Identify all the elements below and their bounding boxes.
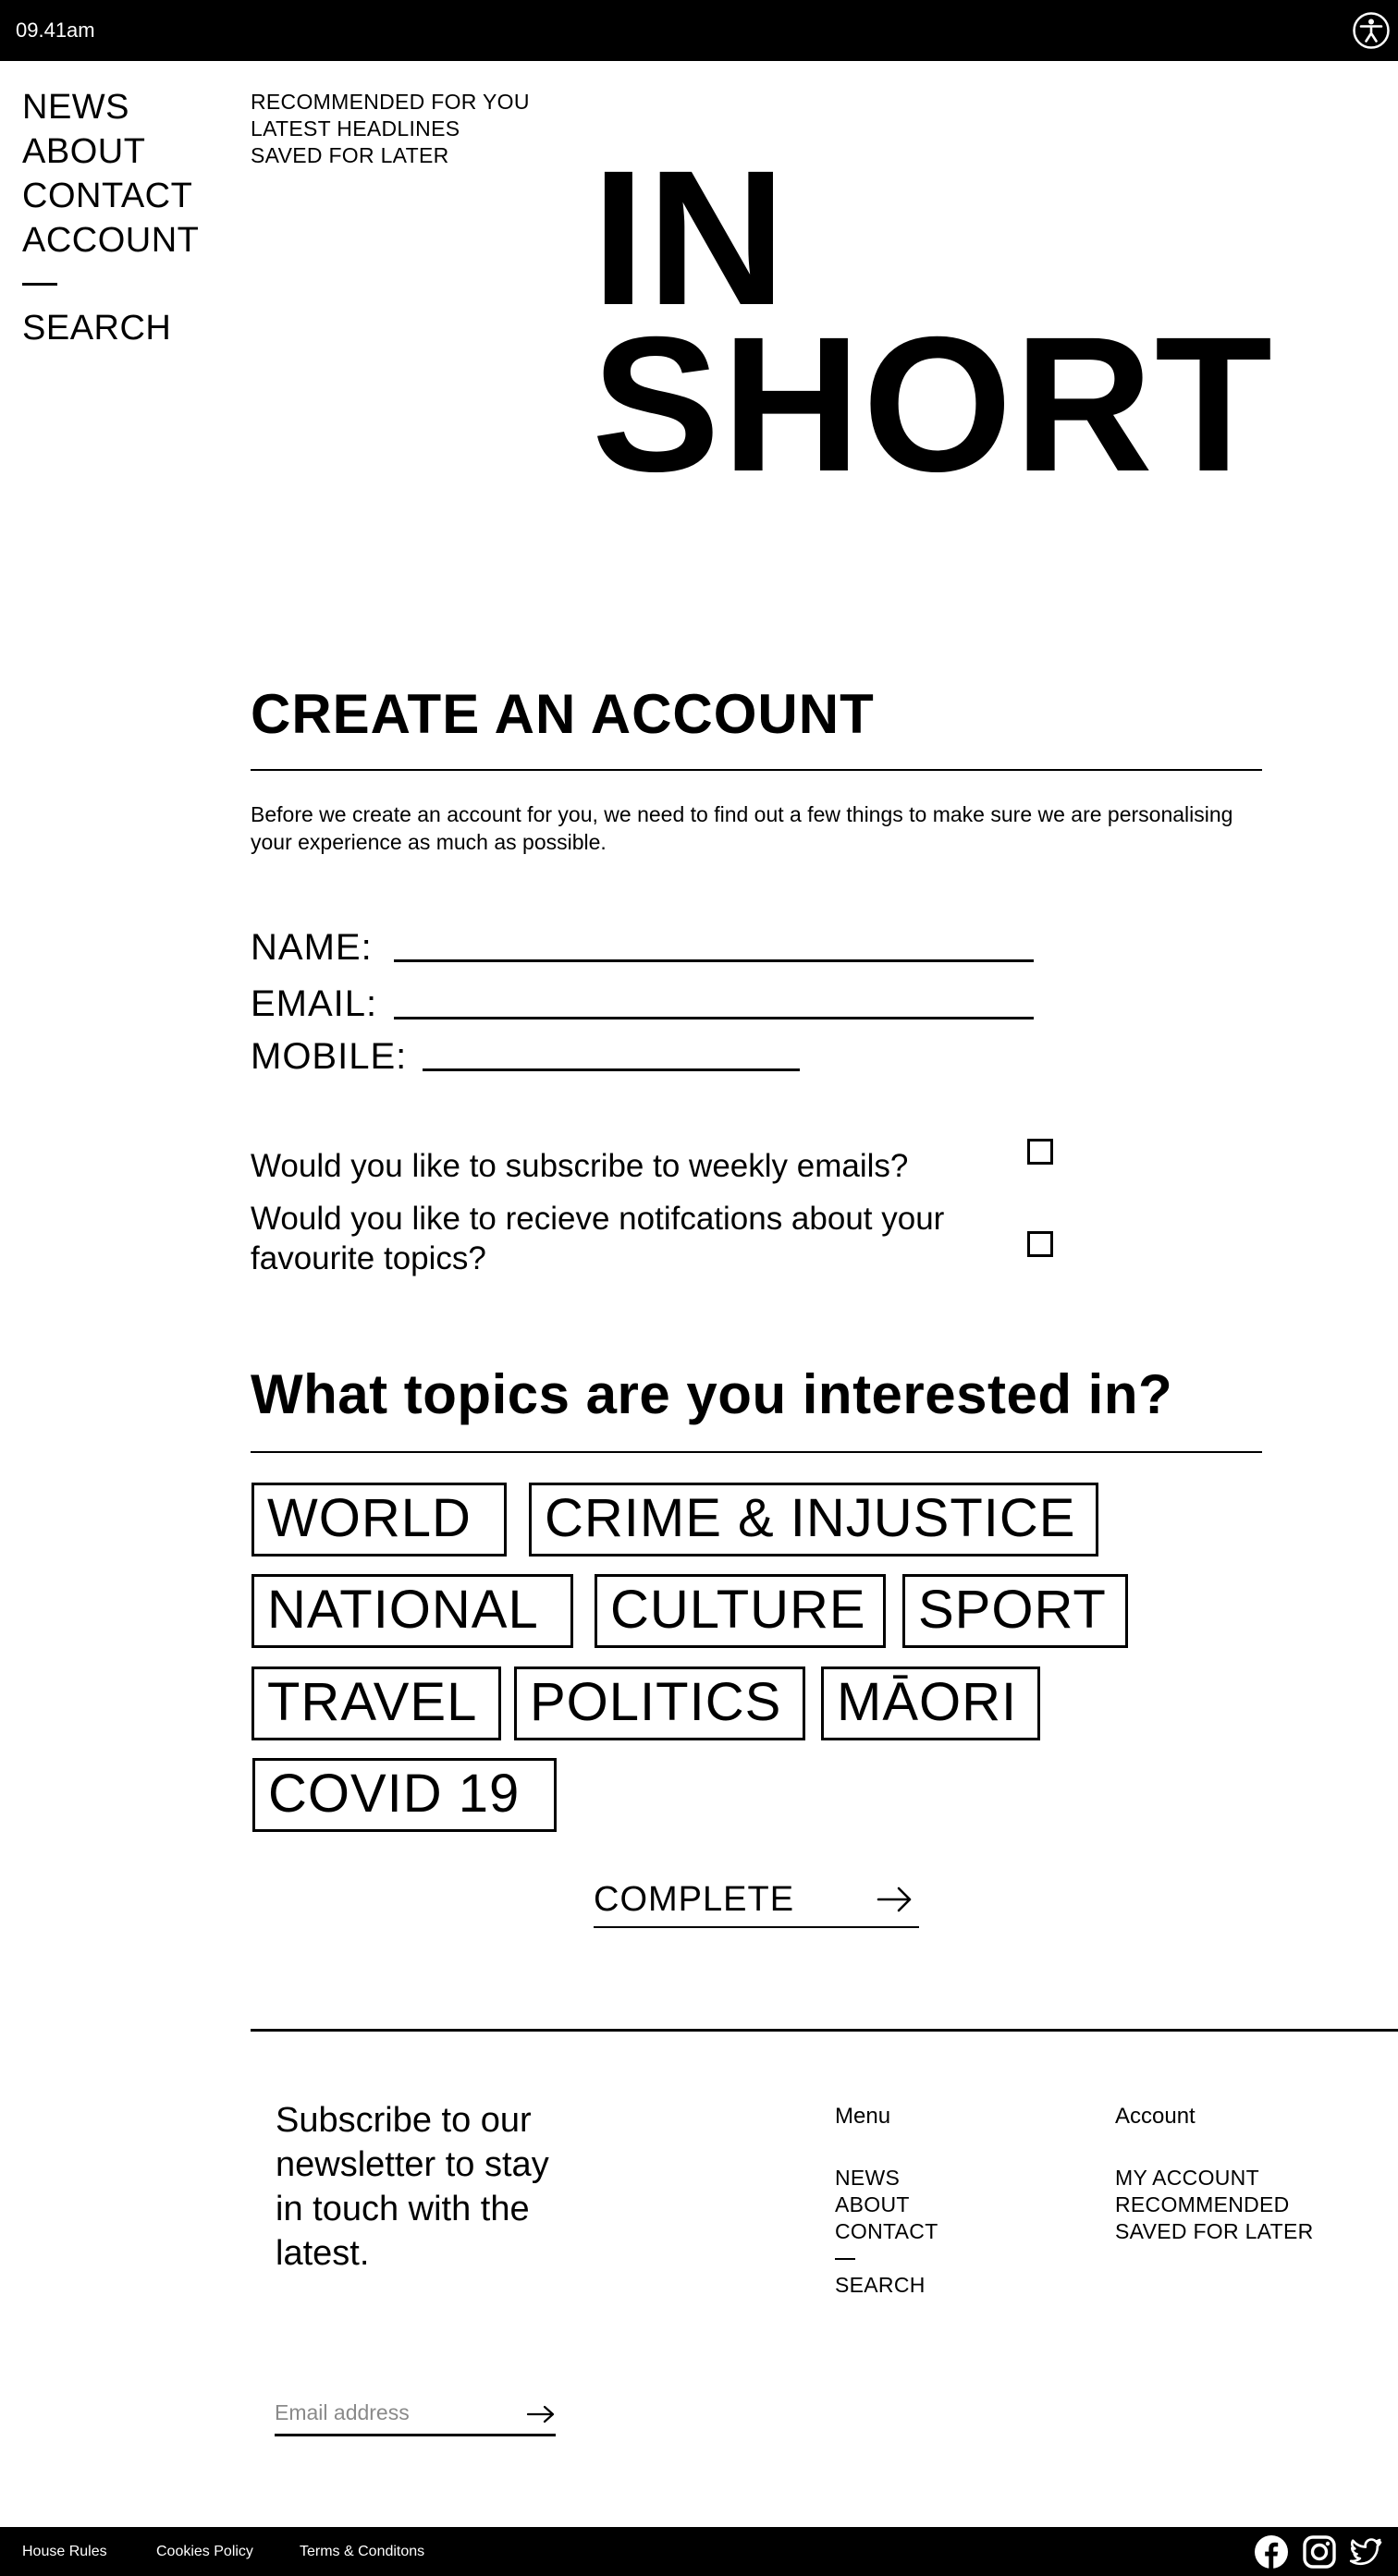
brand-line-1: IN [592,131,788,346]
topic-tag-sport[interactable]: SPORT [902,1574,1128,1648]
instagram-icon[interactable] [1302,2534,1337,2570]
topics-divider [251,1451,1262,1453]
nav-divider [22,283,57,286]
topic-tag-maori[interactable]: MĀORI [821,1666,1040,1740]
complete-button-label: COMPLETE [594,1880,795,1919]
email-field[interactable] [394,1017,1034,1019]
nav-item-about[interactable]: ABOUT [22,129,199,174]
status-bar: 09.41am [0,0,1398,61]
weekly-emails-question: Would you like to subscribe to weekly em… [251,1148,909,1184]
footer-divider [251,2029,1398,2032]
nav-item-news[interactable]: NEWS [22,85,199,129]
email-label: EMAIL: [251,983,378,1024]
sub-nav: RECOMMENDED FOR YOU LATEST HEADLINES SAV… [251,89,530,169]
footer-account-title: Account [1115,2104,1196,2129]
newsletter-text: Subscribe to our newsletter to stay in t… [276,2101,549,2273]
nav-item-account[interactable]: ACCOUNT [22,218,199,262]
topic-tag-crime-injustice[interactable]: CRIME & INJUSTICE [529,1483,1098,1557]
main-nav: NEWS ABOUT CONTACT ACCOUNT SEARCH [22,85,199,350]
topic-tag-travel[interactable]: TRAVEL [251,1666,501,1740]
newsletter-email-input[interactable] [275,2396,515,2429]
footer-account-my-account[interactable]: MY ACCOUNT [1115,2165,1314,2191]
house-rules-link[interactable]: House Rules [22,2544,107,2560]
footer-menu-contact[interactable]: CONTACT [835,2218,938,2245]
topic-tag-national[interactable]: NATIONAL [251,1574,573,1648]
complete-button[interactable]: COMPLETE [594,1880,919,1928]
weekly-emails-checkbox[interactable] [1027,1139,1053,1165]
name-field[interactable] [394,959,1034,962]
arrow-right-icon [877,1886,912,1912]
footer-account-list: MY ACCOUNT RECOMMENDED SAVED FOR LATER [1115,2165,1314,2245]
footer-menu-list: NEWS ABOUT CONTACT SEARCH [835,2165,938,2299]
subnav-item-saved-for-later[interactable]: SAVED FOR LATER [251,142,530,169]
name-label: NAME: [251,927,373,968]
brand-line-2: SHORT [592,298,1274,512]
twitter-icon[interactable] [1348,2534,1383,2570]
newsletter-submit-arrow-icon[interactable] [526,2403,556,2425]
create-account-intro: Before we create an account for you, we … [251,802,1233,854]
nav-item-contact[interactable]: CONTACT [22,174,199,218]
footer-menu-about[interactable]: ABOUT [835,2191,938,2218]
mobile-field[interactable] [423,1068,800,1071]
status-time: 09.41am [16,18,95,42]
bottom-bar: House Rules Cookies Policy Terms & Condi… [0,2527,1398,2576]
footer-menu-news[interactable]: NEWS [835,2165,938,2191]
mobile-label: MOBILE: [251,1036,408,1077]
footer-menu-divider [835,2258,855,2260]
footer-account-saved-for-later[interactable]: SAVED FOR LATER [1115,2218,1314,2245]
nav-item-search[interactable]: SEARCH [22,306,199,350]
cookies-policy-link[interactable]: Cookies Policy [156,2544,253,2560]
newsletter-email-field [275,2394,556,2436]
topic-tag-covid-19[interactable]: COVID 19 [252,1758,557,1832]
notifications-question: Would you like to recieve notifcations a… [251,1201,945,1276]
create-account-title: CREATE AN ACCOUNT [251,683,875,745]
brand-logo[interactable]: IN SHORT [592,131,1274,512]
footer-account-recommended[interactable]: RECOMMENDED [1115,2191,1314,2218]
accessibility-icon[interactable] [1352,11,1391,50]
terms-conditions-link[interactable]: Terms & Conditons [300,2544,424,2560]
topic-tag-culture[interactable]: CULTURE [595,1574,886,1648]
topic-tag-world[interactable]: WORLD [251,1483,507,1557]
notifications-checkbox[interactable] [1027,1231,1053,1257]
footer-menu-title: Menu [835,2104,891,2129]
topics-title: What topics are you interested in? [251,1363,1173,1425]
subnav-item-recommended[interactable]: RECOMMENDED FOR YOU [251,89,530,116]
facebook-icon[interactable] [1254,2534,1289,2570]
subnav-item-latest-headlines[interactable]: LATEST HEADLINES [251,116,530,142]
topic-tag-politics[interactable]: POLITICS [514,1666,805,1740]
create-account-divider [251,769,1262,771]
footer-menu-search[interactable]: SEARCH [835,2272,938,2299]
